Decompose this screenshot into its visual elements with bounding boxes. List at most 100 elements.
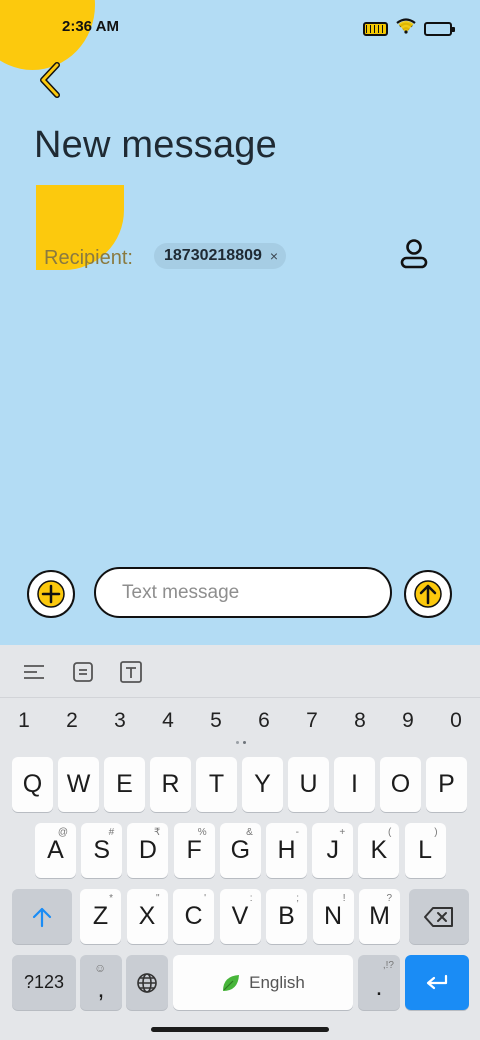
key-label: L	[418, 836, 433, 864]
key-label: D	[138, 836, 157, 864]
key-label: V	[231, 902, 249, 930]
emoji-icon: ☺	[94, 961, 107, 975]
key-v[interactable]: :V	[219, 889, 261, 944]
key-label: I	[351, 770, 358, 798]
chip-remove-button[interactable]: ×	[270, 248, 278, 264]
text-format-tool[interactable]	[118, 659, 144, 685]
number-key[interactable]: 1	[0, 709, 48, 733]
enter-key[interactable]	[405, 955, 469, 1010]
wifi-icon	[396, 18, 416, 39]
number-key[interactable]: 6	[240, 709, 288, 733]
key-i[interactable]: I	[334, 757, 375, 812]
key-alt-symbol: ₹	[154, 827, 161, 838]
key-alt-symbol: @	[57, 827, 68, 838]
key-label: H	[277, 836, 296, 864]
key-label: J	[326, 836, 339, 864]
language-key[interactable]	[126, 955, 168, 1010]
recipient-chip-text: 18730218809	[164, 247, 262, 264]
attach-button[interactable]	[27, 570, 75, 618]
key-p[interactable]: P	[426, 757, 467, 812]
back-button[interactable]	[30, 58, 70, 102]
key-e[interactable]: E	[104, 757, 145, 812]
backspace-icon	[424, 906, 453, 927]
key-z[interactable]: * Z	[80, 889, 121, 944]
key-label: Q	[22, 770, 43, 798]
key-label: F	[186, 836, 202, 864]
contact-picker-button[interactable]	[396, 236, 432, 272]
shift-arrow-icon	[32, 907, 52, 927]
number-key[interactable]: 0	[432, 709, 480, 733]
key-label: U	[299, 770, 318, 798]
key-n[interactable]: ! N	[312, 889, 354, 944]
emoji-comma-key[interactable]: ☺ ,	[80, 955, 122, 1010]
text-align-tool[interactable]	[21, 659, 47, 685]
number-key[interactable]: 8	[336, 709, 384, 733]
key-s[interactable]: # S	[81, 823, 123, 878]
key-t[interactable]: T	[196, 757, 237, 812]
key-b[interactable]: ; B	[266, 889, 307, 944]
key-l[interactable]: ) L	[404, 823, 446, 878]
messaging-app: 2:36 AM New message Recipient: 187302188…	[0, 0, 480, 645]
number-key[interactable]: 7	[288, 709, 336, 733]
key-c[interactable]: ' C	[173, 889, 214, 944]
recipient-chip[interactable]: 18730218809 ×	[154, 243, 287, 269]
key-j[interactable]: + J	[312, 823, 354, 878]
key-label: E	[116, 770, 133, 798]
send-button[interactable]	[404, 570, 452, 618]
period-key[interactable]: ,!? .	[358, 955, 400, 1010]
key-label: G	[230, 836, 251, 864]
key-label: M	[369, 902, 390, 930]
person-icon	[400, 239, 428, 269]
number-key[interactable]: 5	[192, 709, 240, 733]
key-alt-symbol: #	[108, 827, 115, 838]
key-label: B	[278, 902, 295, 930]
key-r[interactable]: R	[150, 757, 191, 812]
key-a[interactable]: @ A	[35, 823, 76, 878]
key-m[interactable]: ? M	[359, 889, 400, 944]
space-key[interactable]: English	[173, 955, 353, 1010]
battery-icon	[424, 21, 455, 36]
key-alt-symbol: *	[109, 893, 113, 904]
key-label: Z	[92, 902, 109, 930]
key-q[interactable]: Q	[12, 757, 53, 812]
key-label: X	[138, 902, 156, 930]
key-label: T	[208, 770, 225, 798]
clipboard-tool[interactable]	[70, 659, 96, 685]
key-y[interactable]: Y	[242, 757, 283, 812]
status-time: 2:36 AM	[62, 18, 119, 35]
number-key[interactable]: 9	[384, 709, 432, 733]
key-alt-symbol: ?	[386, 893, 392, 904]
key-label: S	[93, 836, 111, 864]
key-o[interactable]: O	[380, 757, 421, 812]
key-label: W	[66, 770, 91, 798]
symbols-key[interactable]: ?123	[12, 955, 76, 1010]
leaf-icon	[223, 974, 240, 991]
backspace-key[interactable]	[409, 889, 469, 944]
key-alt-symbol: (	[388, 827, 392, 838]
gesture-nav-bar[interactable]	[151, 1027, 329, 1032]
key-f[interactable]: % F	[173, 823, 215, 878]
key-w[interactable]: W	[58, 757, 99, 812]
key-x[interactable]: " X	[126, 889, 168, 944]
signal-icon	[363, 21, 388, 36]
composer	[0, 565, 480, 621]
key-label: C	[184, 902, 203, 930]
chevron-left-icon	[40, 62, 60, 98]
number-key[interactable]: 2	[48, 709, 96, 733]
page-title: New message	[34, 124, 277, 166]
key-k[interactable]: (K	[358, 823, 400, 878]
key-alt-symbol: )	[434, 827, 438, 838]
keyboard-toolbar	[0, 645, 480, 698]
shift-key[interactable]	[12, 889, 72, 944]
number-key[interactable]: 3	[96, 709, 144, 733]
key-g[interactable]: & G	[219, 823, 261, 878]
text-message-input[interactable]	[94, 567, 392, 618]
status-icons	[363, 18, 455, 39]
key-h[interactable]: -H	[266, 823, 307, 878]
key-label: K	[370, 836, 388, 864]
number-key[interactable]: 4	[144, 709, 192, 733]
recipient-row: Recipient: 18730218809 ×	[44, 239, 444, 276]
globe-icon	[137, 972, 157, 993]
key-u[interactable]: U	[288, 757, 329, 812]
key-d[interactable]: ₹ D	[127, 823, 169, 878]
